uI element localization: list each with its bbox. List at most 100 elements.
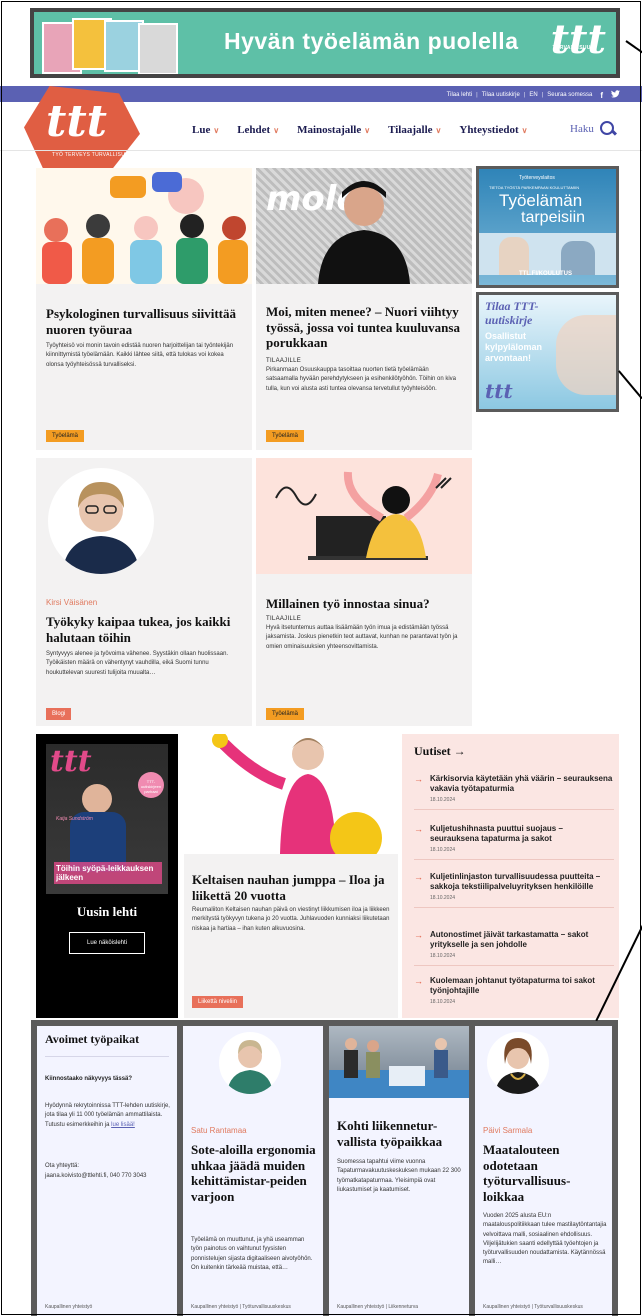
article-card[interactable]: Kirsi Väisänen Työkyky kaipaa tukea, jos…	[36, 458, 252, 726]
sponsored-card[interactable]: Päivi Sarmala Maatalouteen odotetaan työ…	[475, 1026, 612, 1316]
header-divider	[0, 150, 642, 151]
top-banner-ad[interactable]: Hyvän työelämän puolella ttt TYÖ TERVEYS…	[30, 8, 620, 78]
arrow-right-icon: →	[414, 774, 423, 784]
separator: |	[523, 92, 526, 98]
utility-link-subscribe-newsletter[interactable]: Tilaa uutiskirje	[482, 92, 520, 98]
news-item[interactable]: → Kuolemaan johtanut työtapaturma toi sa…	[414, 976, 614, 1011]
category-tag[interactable]: Työelämä	[266, 708, 305, 720]
nav-item-lehdet[interactable]: Lehdet ∨	[237, 124, 279, 136]
nav-label: Mainostajalle	[297, 124, 362, 136]
author-byline[interactable]: Päivi Sarmala	[483, 1126, 532, 1135]
utility-link-subscribe-magazine[interactable]: Tilaa lehti	[447, 92, 472, 98]
news-item[interactable]: → Kärkisorvia käytetään yhä väärin – seu…	[414, 774, 614, 810]
article-title[interactable]: Sote-aloilla ergonomia uhkaa jäädä muide…	[191, 1142, 317, 1204]
nav-label: Lehdet	[237, 124, 271, 136]
article-title[interactable]: Kohti liikennetur-vallista työpaikkaa	[337, 1118, 463, 1149]
latest-magazine[interactable]: ttt TTT-uutiskirjeen parhaat Katja Sunds…	[36, 734, 178, 1018]
logo-tagline: TYÖ TERVEYS TURVALLISUUS	[52, 152, 133, 158]
nav-item-lue[interactable]: Lue ∨	[192, 124, 219, 136]
article-overline: TILAAJILLE	[266, 616, 302, 622]
ad-body-line2: kylpyläloman	[485, 342, 543, 352]
category-tag[interactable]: Liikettä niveliin	[192, 996, 244, 1008]
arrow-right-icon: →	[414, 976, 423, 986]
jobs-contact-label: Ota yhteyttä:	[45, 1163, 80, 1169]
nav-item-mainostajalle[interactable]: Mainostajalle ∨	[297, 124, 370, 136]
nav-label: Yhteystiedot	[459, 124, 519, 136]
news-item-title: Autonostimet jäivät tarkastamatta – sako…	[430, 930, 589, 950]
search-icon	[599, 121, 616, 137]
author-byline[interactable]: Satu Rantamaa	[191, 1126, 247, 1135]
banner-logo-tagline: TYÖ TERVEYS TURVALLISUUS	[552, 45, 595, 51]
author-avatar	[219, 1032, 281, 1094]
training-ad[interactable]: Työterveyslaitos TIETOA TYÖSTÄ PARKEMPAA…	[476, 166, 619, 288]
sponsored-card[interactable]: Satu Rantamaa Sote-aloilla ergonomia uhk…	[183, 1026, 323, 1316]
sponsored-footer: Kaupallinen yhteistyö | Liikenneturva	[337, 1304, 419, 1310]
article-excerpt: Suomessa tapahtui viime vuonna Tapaturma…	[337, 1159, 461, 1193]
cover-badge: TTT-uutiskirjeen parhaat	[138, 772, 164, 798]
read-digital-magazine-button[interactable]: Lue näköislehti	[69, 932, 145, 954]
banner-text: Hyvän työelämän puolella	[224, 28, 519, 54]
arrow-right-icon: →	[453, 744, 466, 758]
latest-magazine-label: Uusin lehti	[76, 904, 138, 919]
news-item-title: Kuolemaan johtanut työtapaturma toi sako…	[430, 976, 595, 996]
separator: |	[476, 92, 478, 98]
sponsored-section: Avoimet työpaikat Kiinnostaako näkyvyys …	[31, 1020, 618, 1316]
nav-item-yhteystiedot[interactable]: Yhteystiedot ∨	[459, 124, 527, 136]
sponsored-footer: Kaupallinen yhteistyö | Työturvallisuusk…	[483, 1304, 583, 1310]
ad-title-line2: tarpeisiin	[521, 209, 586, 226]
news-item-date: 18.10.2024	[430, 846, 456, 853]
article-excerpt: Vuoden 2025 alusta EU:n maatalouspolitii…	[483, 1213, 607, 1266]
article-excerpt: Työelämä on muuttunut, ja yhä useamman t…	[191, 1237, 313, 1271]
article-title[interactable]: Keltaisen nauhan jumppa – Iloa ja liiket…	[192, 872, 392, 903]
category-tag[interactable]: Blogi	[46, 708, 72, 720]
category-tag[interactable]: Työelämä	[46, 430, 85, 442]
news-item[interactable]: → Kuljetinlinjaston turvallisuudessa puu…	[414, 872, 614, 908]
job-listings-box: Avoimet työpaikat Kiinnostaako näkyvyys …	[37, 1026, 177, 1316]
magazine-cover[interactable]: ttt TTT-uutiskirjeen parhaat Katja Sunds…	[46, 744, 168, 894]
chevron-down-icon: ∨	[213, 126, 220, 135]
article-overline: TILAAJILLE	[266, 358, 302, 364]
news-item[interactable]: → Kuljetushihnasta puuttui suojaus – seu…	[414, 824, 614, 860]
category-tag[interactable]: Työelämä	[266, 430, 305, 442]
ad-small-label: Työterveyslaitos	[519, 175, 555, 181]
author-byline[interactable]: Kirsi Väisänen	[46, 598, 97, 607]
utility-link-follow[interactable]: Seuraa somessa	[547, 92, 592, 98]
article-title[interactable]: Millainen työ innostaa sinua?	[266, 596, 466, 612]
feature-article[interactable]: Keltaisen nauhan jumppa – Iloa ja liiket…	[184, 734, 398, 1018]
article-excerpt: Hyvä itsetuntemus auttaa lisäämään työn …	[266, 625, 458, 650]
article-card[interactable]: Millainen työ innostaa sinua? TILAAJILLE…	[256, 458, 472, 726]
chevron-down-icon: ∨	[364, 126, 371, 135]
article-title[interactable]: Moi, miten menee? – Nuori viihtyy työssä…	[266, 304, 466, 351]
news-heading[interactable]: Uutiset →	[414, 744, 466, 759]
search-label: Haku	[570, 123, 594, 135]
facebook-icon[interactable]: f	[600, 91, 603, 100]
ad-subtitle: TIETOA TYÖSTÄ PARKEMPAAN KOULUTTAMIIN	[489, 185, 580, 190]
article-card[interactable]: Psykologinen turvallisuus siivittää nuor…	[36, 168, 252, 450]
article-title[interactable]: Maatalouteen odotetaan työturvallisuus-l…	[483, 1142, 607, 1204]
article-title[interactable]: Työkyky kaipaa tukea, jos kaikki halutaa…	[46, 614, 246, 645]
arrow-right-icon: →	[414, 930, 423, 940]
jobs-body: Hyödynnä rekrytoinnissa TTT-lehden uutis…	[45, 1102, 173, 1130]
article-photo	[329, 1026, 469, 1098]
jobs-body-text: Hyödynnä rekrytoinnissa TTT-lehden uutis…	[45, 1103, 170, 1128]
read-more-link[interactable]: lue lisää!	[111, 1122, 135, 1128]
nav-item-tilaajalle[interactable]: Tilaajalle ∨	[388, 124, 441, 136]
jobs-contact[interactable]: jaana.koivisto@ttlehti.fi, 040 770 3043	[45, 1172, 175, 1181]
search-button[interactable]: Haku	[570, 121, 616, 137]
annotation-line	[625, 40, 642, 60]
banner-logo: ttt TYÖ TERVEYS TURVALLISUUS	[551, 20, 606, 60]
article-title[interactable]: Psykologinen turvallisuus siivittää nuor…	[46, 306, 246, 337]
sponsored-card[interactable]: Kohti liikennetur-vallista työpaikkaa Su…	[329, 1026, 469, 1316]
annotation-line	[618, 370, 642, 399]
twitter-icon[interactable]	[611, 90, 620, 100]
news-item[interactable]: → Autonostimet jäivät tarkastamatta – sa…	[414, 930, 614, 966]
jobs-heading: Avoimet työpaikat	[45, 1032, 140, 1046]
article-card[interactable]: mold Moi, miten menee? – Nuori viihtyy t…	[256, 168, 472, 450]
news-list: Uutiset → → Kärkisorvia käytetään yhä vä…	[402, 734, 619, 1018]
ad-body-line3: arvontaan!	[485, 353, 532, 363]
site-logo[interactable]: ttt TYÖ TERVEYS TURVALLISUUS	[24, 86, 140, 178]
utility-link-language[interactable]: EN	[529, 92, 537, 98]
ad-title-line1: Työelämän	[499, 191, 583, 210]
ad-body-line1: Osallistut	[485, 331, 527, 341]
newsletter-ad[interactable]: Tilaa TTT- uutiskirje Osallistut kylpylä…	[476, 292, 619, 412]
